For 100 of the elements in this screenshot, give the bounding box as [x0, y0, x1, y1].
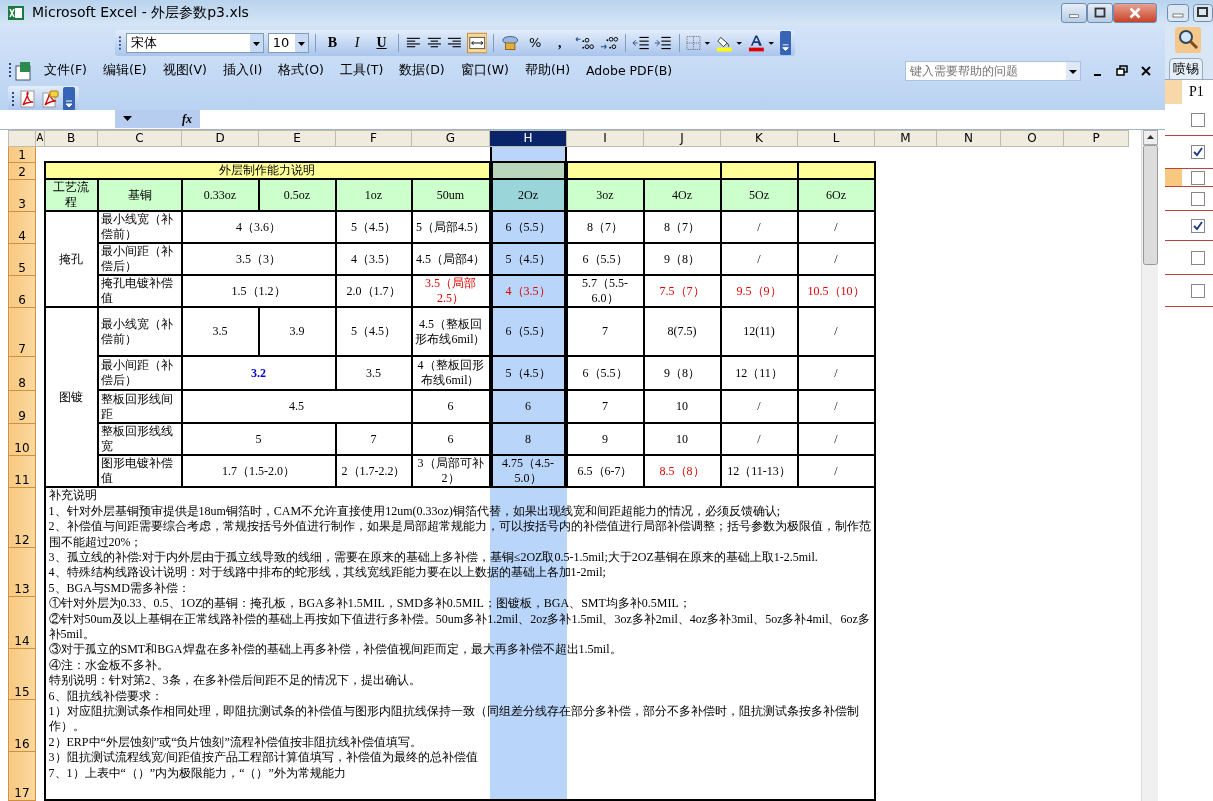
pdf-comment-icon[interactable]	[41, 89, 59, 108]
row-header[interactable]: 10	[8, 423, 36, 456]
font-size-field[interactable]: 10	[267, 32, 310, 53]
function-label[interactable]: fx	[182, 111, 192, 127]
table-cell: 10	[643, 423, 721, 456]
borders-icon[interactable]	[686, 34, 713, 51]
checkbox[interactable]	[1191, 218, 1205, 233]
percent-button[interactable]: %	[524, 31, 546, 54]
bold-button[interactable]: B	[322, 31, 343, 54]
scroll-thumb-icon[interactable]	[1142, 144, 1158, 265]
checkbox[interactable]	[1191, 170, 1205, 185]
sheet-tab[interactable]: 喷锡	[1169, 58, 1203, 79]
decrease-indent-icon[interactable]	[631, 34, 651, 51]
table-cell: 工艺流程	[44, 179, 98, 212]
table-row[interactable]	[1165, 275, 1213, 307]
dropdown-icon[interactable]	[1066, 61, 1080, 80]
row-header[interactable]: 9	[8, 390, 36, 424]
selected-cell[interactable]	[489, 146, 567, 163]
merge-center-icon[interactable]	[467, 31, 488, 54]
table-row[interactable]	[1165, 241, 1213, 275]
close-icon[interactable]	[1139, 63, 1153, 78]
checkbox[interactable]	[1191, 145, 1205, 159]
search-icon[interactable]	[1175, 27, 1201, 53]
table-cell: 4（整板回形布线6mil）	[411, 356, 490, 391]
checkbox[interactable]	[1191, 250, 1205, 265]
column-header[interactable]: J	[643, 130, 721, 147]
table-cell: /	[797, 390, 875, 424]
toolbar-options-icon[interactable]	[63, 86, 75, 111]
table-cell: 1oz	[335, 179, 412, 212]
row-header[interactable]: 13	[8, 547, 36, 597]
table-row[interactable]	[1165, 169, 1213, 187]
comma-button[interactable]: ,	[549, 31, 571, 54]
table-row[interactable]	[1165, 136, 1213, 169]
worksheet-menu-icon[interactable]	[8, 59, 34, 82]
checkbox[interactable]	[1191, 191, 1205, 206]
grip-icon[interactable]	[12, 90, 15, 107]
column-header[interactable]: P	[1063, 130, 1129, 147]
dropdown-icon[interactable]	[123, 116, 132, 123]
font-field[interactable]: 宋体	[125, 32, 264, 53]
scrollbar[interactable]	[1141, 129, 1158, 801]
column-header[interactable]: F	[335, 130, 412, 147]
table-row[interactable]	[1165, 187, 1213, 211]
menu-item[interactable]: 格式(O)	[272, 60, 330, 82]
row-header[interactable]: 3	[8, 179, 36, 212]
table-row[interactable]	[1165, 211, 1213, 241]
menu-item[interactable]: 数据(D)	[393, 60, 451, 82]
checkbox[interactable]	[1191, 112, 1205, 127]
menu-item[interactable]: Adobe PDF(B)	[580, 61, 679, 81]
row-header[interactable]: 12	[8, 487, 36, 548]
column-header[interactable]: E	[258, 130, 336, 147]
column-header[interactable]: B	[44, 130, 98, 147]
table-cell: 4Oz	[643, 179, 721, 212]
toolbar-options-icon[interactable]	[779, 29, 791, 56]
dropdown-icon[interactable]	[249, 33, 263, 52]
increase-indent-icon[interactable]	[654, 34, 674, 51]
row-header[interactable]: 15	[8, 648, 36, 700]
table-cell: 8（7）	[566, 211, 644, 244]
column-header[interactable]: L	[797, 130, 875, 147]
menu-item[interactable]: 视图(V)	[156, 60, 213, 82]
italic-button[interactable]: I	[346, 31, 368, 54]
close-button[interactable]	[1113, 2, 1157, 23]
row-header[interactable]: 16	[8, 699, 36, 752]
menu-item[interactable]: 窗口(W)	[454, 60, 515, 82]
column-header[interactable]: O	[1000, 130, 1064, 147]
row-header[interactable]: 4	[8, 211, 36, 244]
row-header[interactable]: 5	[8, 243, 36, 276]
column-header[interactable]: K	[720, 130, 798, 147]
menu-item[interactable]: 编辑(E)	[96, 60, 153, 82]
maximize-button[interactable]	[1193, 4, 1213, 22]
column-header[interactable]: G	[411, 130, 490, 147]
column-header[interactable]: M	[874, 130, 937, 147]
column-header[interactable]: N	[936, 130, 1001, 147]
pdf-icon[interactable]	[19, 89, 37, 108]
grip-icon[interactable]	[119, 34, 122, 51]
row-header[interactable]: 11	[8, 455, 36, 488]
help-search-field[interactable]: 键入需要帮助的问题	[905, 60, 1081, 81]
row-header[interactable]: 6	[8, 275, 36, 308]
maximize-button[interactable]	[1087, 2, 1113, 23]
row-header[interactable]: 14	[8, 596, 36, 649]
row-header[interactable]: 7	[8, 307, 36, 357]
table-cell: 6	[411, 390, 490, 424]
dropdown-icon[interactable]	[295, 33, 309, 52]
table-cell: 10	[643, 390, 721, 424]
font-color-icon[interactable]	[747, 33, 776, 52]
menu-item[interactable]: 文件(F)	[38, 60, 93, 82]
column-header[interactable]: I	[566, 130, 644, 147]
column-header[interactable]: H	[489, 130, 567, 147]
column-header[interactable]: D	[181, 130, 259, 147]
menu-item[interactable]: 插入(I)	[216, 60, 269, 82]
checkbox[interactable]	[1191, 283, 1205, 298]
column-header: P1	[1189, 84, 1204, 100]
column-header[interactable]: C	[97, 130, 182, 147]
menu-item[interactable]: 工具(T)	[333, 60, 390, 82]
underline-button[interactable]: U	[371, 31, 392, 54]
row-header[interactable]: 17	[8, 751, 36, 801]
menu-item[interactable]: 帮助(H)	[518, 60, 577, 82]
row-header[interactable]: 8	[8, 356, 36, 391]
scroll-up-icon[interactable]	[1142, 129, 1158, 145]
restore-icon[interactable]	[1115, 63, 1129, 78]
column-header[interactable]: A	[35, 130, 45, 147]
